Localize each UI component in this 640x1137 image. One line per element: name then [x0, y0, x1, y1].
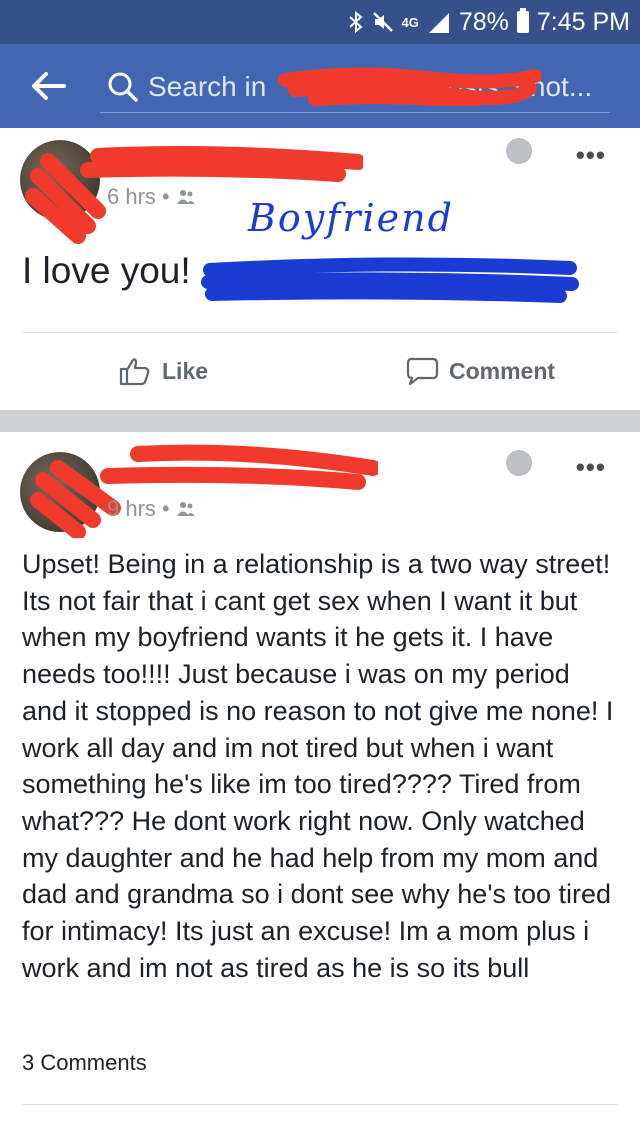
like-label: Like [162, 357, 209, 384]
redaction-scribble [201, 257, 579, 303]
bluetooth-icon [348, 0, 364, 44]
insights-icon[interactable] [506, 450, 532, 476]
friends-icon [176, 190, 195, 204]
battery-percent: 78% [458, 7, 509, 36]
post-card: 9 hrs • ••• Upset! Being in a relationsh… [0, 432, 640, 1137]
redaction-scribble [30, 444, 378, 538]
comment-icon [406, 357, 439, 386]
mute-icon [372, 0, 394, 44]
back-arrow-icon[interactable] [30, 70, 70, 102]
battery-icon [516, 0, 529, 44]
search-placeholder-start: Search in [148, 71, 267, 102]
timestamp-text: 6 hrs [107, 184, 156, 209]
search-header: Search in posts, phot... [0, 44, 640, 128]
search-icon [106, 70, 140, 104]
comment-label: Comment [449, 357, 556, 384]
friends-icon [176, 502, 195, 516]
network-type: 4G [401, 14, 419, 30]
like-button[interactable]: Like [118, 356, 208, 386]
timestamp-text: 9 hrs [107, 496, 156, 521]
post-timestamp[interactable]: 9 hrs • [107, 496, 196, 522]
thumbs-up-icon [119, 358, 150, 386]
post-text: Upset! Being in a relationship is a two … [22, 549, 614, 983]
clock: 7:45 PM [536, 7, 630, 36]
post-text: I love you! [22, 250, 191, 291]
handwritten-annotation: Boyfriend [248, 196, 454, 240]
divider [22, 1104, 618, 1105]
feed-separator [0, 410, 640, 432]
comment-count-link[interactable]: 3 Comments [22, 1050, 147, 1076]
search-input[interactable]: Search in posts, phot... [100, 62, 610, 113]
redaction-scribble [278, 67, 542, 106]
signal-icon [427, 0, 451, 44]
more-options-icon[interactable]: ••• [576, 454, 606, 480]
status-bar: 4G 78% 7:45 PM [0, 0, 640, 44]
more-options-icon[interactable]: ••• [576, 142, 606, 168]
divider [22, 332, 618, 333]
post-card: 6 hrs • ••• Boyfriend I love you! Like C… [0, 128, 640, 410]
insights-icon[interactable] [506, 138, 532, 164]
post-timestamp[interactable]: 6 hrs • [107, 184, 196, 210]
comment-button[interactable]: Comment [405, 356, 555, 386]
